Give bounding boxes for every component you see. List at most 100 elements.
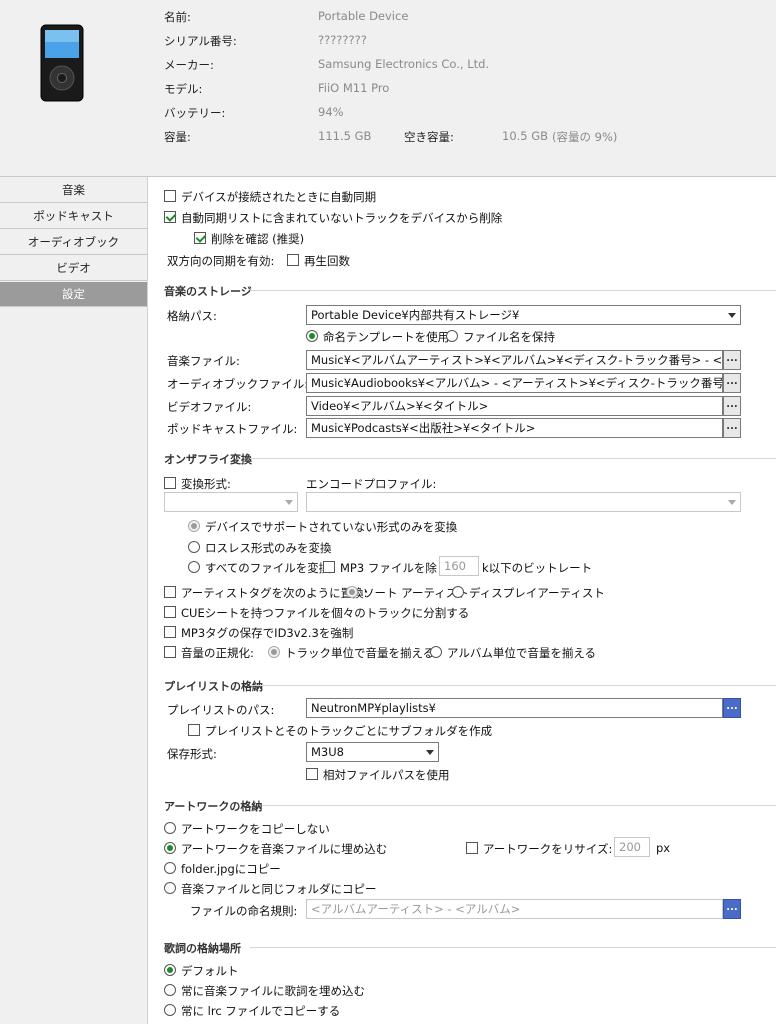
podcast-file-label: ポッドキャストファイル: [167, 422, 298, 436]
convert-format-checkbox[interactable] [164, 477, 176, 489]
lyrics-embed-radio[interactable] [164, 984, 176, 996]
artwork-resize-label: アートワークをリサイズ: [483, 842, 613, 856]
sidebar-item-audiobooks[interactable]: オーディオブック [0, 230, 147, 255]
name-label: 名前: [164, 10, 191, 24]
audiobook-file-browse-button[interactable]: ... [723, 373, 741, 393]
confirm-delete-label: 削除を確認 (推奨) [211, 232, 305, 246]
sidebar-item-music[interactable]: 音楽 [0, 178, 147, 203]
artwork-section-title: アートワークの格納 [164, 800, 263, 813]
playlist-format-select[interactable]: M3U8 [306, 742, 439, 762]
battery-label: バッテリー: [164, 106, 226, 120]
capacity-value: 111.5 GB [318, 129, 372, 143]
lyrics-section-title: 歌詞の格納場所 [164, 942, 241, 955]
sidebar-item-settings[interactable]: 設定 [0, 282, 147, 307]
artwork-naming-browse-button[interactable]: ... [723, 899, 741, 919]
all-files-radio[interactable] [188, 561, 200, 573]
relative-path-label: 相対ファイルパスを使用 [323, 768, 450, 782]
lyrics-default-radio[interactable] [164, 964, 176, 976]
keep-filename-radio[interactable] [446, 330, 458, 342]
lyrics-default-label: デフォルト [181, 964, 239, 978]
playlist-format-value: M3U8 [311, 745, 344, 759]
maker-label: メーカー: [164, 58, 214, 72]
free-space-value: 10.5 GB [502, 129, 549, 143]
capacity-label: 容量: [164, 130, 191, 144]
chevron-down-icon [422, 743, 438, 761]
display-artist-label: ディスプレイアーティスト [469, 586, 605, 600]
video-file-browse-button[interactable]: ... [723, 396, 741, 416]
exclude-mp3-checkbox[interactable] [323, 561, 335, 573]
model-value: FiiO M11 Pro [318, 81, 390, 95]
artwork-embed-radio[interactable] [164, 842, 176, 854]
sort-artist-radio[interactable] [346, 586, 358, 598]
all-files-label: すべてのファイルを変換 [205, 561, 331, 575]
replace-artist-checkbox[interactable] [164, 586, 176, 598]
folder-jpg-label: folder.jpgにコピー [181, 862, 281, 876]
unsupported-only-radio[interactable] [188, 520, 200, 532]
artwork-no-copy-radio[interactable] [164, 822, 176, 834]
podcast-file-template-input[interactable]: Music¥Podcasts¥<出版社>¥<タイトル> [306, 418, 723, 438]
replace-artist-label: アーティストタグを次のように置換: [181, 586, 368, 600]
podcast-file-browse-button[interactable]: ... [723, 418, 741, 438]
album-gain-radio[interactable] [430, 646, 442, 658]
artwork-resize-checkbox[interactable] [466, 842, 478, 854]
storage-path-label: 格納パス: [167, 309, 217, 323]
display-artist-radio[interactable] [452, 586, 464, 598]
exclude-mp3-label: MP3 ファイルを除く: [340, 561, 453, 575]
delete-not-in-list-checkbox[interactable] [164, 211, 176, 223]
lossless-only-radio[interactable] [188, 541, 200, 553]
encode-profile-select[interactable] [306, 492, 741, 512]
sidebar-item-video[interactable]: ビデオ [0, 256, 147, 281]
relative-path-checkbox[interactable] [306, 768, 318, 780]
play-count-label: 再生回数 [304, 254, 350, 268]
storage-path-select[interactable]: Portable Device¥内部共有ストレージ¥ [306, 305, 741, 325]
convert-format-select[interactable] [164, 492, 298, 512]
id3v23-checkbox[interactable] [164, 626, 176, 638]
artwork-resize-unit: px [656, 841, 671, 855]
name-value: Portable Device [318, 9, 409, 23]
music-file-template-input[interactable]: Music¥<アルバムアーティスト>¥<アルバム>¥<ディスク-トラック番号> … [306, 350, 723, 370]
auto-sync-checkbox[interactable] [164, 190, 176, 202]
use-template-radio[interactable] [306, 330, 318, 342]
track-gain-radio[interactable] [268, 646, 280, 658]
convert-format-label: 変換形式: [181, 477, 231, 491]
storage-path-value: Portable Device¥内部共有ストレージ¥ [311, 308, 520, 322]
music-file-label: 音楽ファイル: [167, 354, 240, 368]
serial-value: ???????? [318, 33, 367, 47]
bitrate-suffix-label: k以下のビットレート [482, 561, 593, 575]
normalize-label: 音量の正規化: [181, 646, 254, 660]
audiobook-file-template-input[interactable]: Music¥Audiobooks¥<アルバム> - <アーティスト>¥<ディスク… [306, 373, 723, 393]
keep-filename-label: ファイル名を保持 [463, 330, 555, 344]
cue-split-checkbox[interactable] [164, 606, 176, 618]
lyrics-lrc-radio[interactable] [164, 1004, 176, 1016]
artwork-naming-input[interactable]: <アルバムアーティスト> - <アルバム> [306, 899, 723, 919]
delete-not-in-list-label: 自動同期リストに含まれていないトラックをデバイスから削除 [181, 211, 503, 225]
music-file-browse-button[interactable]: ... [723, 350, 741, 370]
playlist-path-input[interactable]: NeutronMP¥playlists¥ [306, 698, 723, 718]
playlist-path-label: プレイリストのパス: [167, 703, 275, 717]
normalize-checkbox[interactable] [164, 646, 176, 658]
section-divider [262, 805, 776, 806]
play-count-checkbox[interactable] [287, 254, 299, 266]
unsupported-only-label: デバイスでサポートされていない形式のみを変換 [205, 520, 458, 534]
playlist-subfolder-checkbox[interactable] [188, 724, 200, 736]
video-file-template-input[interactable]: Video¥<アルバム>¥<タイトル> [306, 396, 723, 416]
battery-value: 94% [318, 105, 344, 119]
artwork-resize-input[interactable]: 200 [614, 837, 650, 857]
section-divider [250, 290, 776, 291]
playlist-format-label: 保存形式: [167, 747, 217, 761]
encode-profile-label: エンコードプロファイル: [306, 477, 437, 491]
sidebar-item-podcasts[interactable]: ポッドキャスト [0, 204, 147, 229]
confirm-delete-checkbox[interactable] [194, 232, 206, 244]
maker-value: Samsung Electronics Co., Ltd. [318, 57, 490, 71]
id3v23-label: MP3タグの保存でID3v2.3を強制 [181, 626, 354, 640]
section-divider [250, 947, 776, 948]
folder-jpg-radio[interactable] [164, 862, 176, 874]
storage-section-title: 音楽のストレージ [164, 285, 252, 298]
bitrate-input[interactable]: 160 [439, 556, 479, 576]
playlist-path-browse-button[interactable]: ... [723, 698, 741, 718]
same-folder-radio[interactable] [164, 882, 176, 894]
audiobook-file-label: オーディオブックファイル: [167, 377, 309, 391]
lyrics-lrc-label: 常に lrc ファイルでコピーする [181, 1004, 341, 1018]
same-folder-label: 音楽ファイルと同じフォルダにコピー [181, 882, 377, 896]
serial-label: シリアル番号: [164, 34, 237, 48]
